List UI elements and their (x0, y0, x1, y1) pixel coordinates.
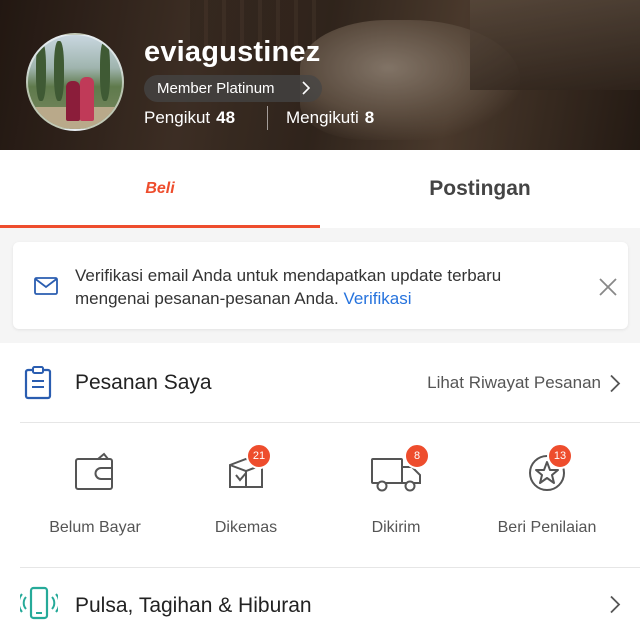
status-unpaid-label: Belum Bayar (49, 519, 141, 536)
status-packed[interactable]: 21 Dikemas (166, 443, 326, 543)
divider (20, 422, 640, 423)
avatar[interactable] (26, 33, 124, 131)
following-label: Mengikuti (286, 108, 359, 127)
status-shipped-label: Dikirim (371, 519, 421, 536)
status-unpaid[interactable]: Belum Bayar (15, 443, 175, 543)
avatar-person (80, 77, 94, 121)
verification-message: Verifikasi email Anda untuk mendapatkan … (75, 264, 555, 310)
following-stat[interactable]: Mengikuti 8 (286, 108, 374, 128)
pulsa-bills-title: Pulsa, Tagihan & Hiburan (75, 594, 312, 617)
mail-icon (34, 277, 58, 295)
avatar-tree (54, 41, 64, 101)
chevron-right-icon (302, 81, 311, 95)
status-shipped-badge: 8 (404, 443, 430, 469)
status-shipped[interactable]: 8 Dikirim (316, 443, 476, 543)
verify-link[interactable]: Verifikasi (343, 289, 411, 308)
status-to-review[interactable]: 13 Beri Penilaian (467, 443, 627, 543)
chevron-right-icon (610, 374, 621, 393)
profile-header: eviagustinez Member Platinum Pengikut 48 … (0, 0, 640, 150)
username: eviagustinez (144, 36, 321, 68)
status-to-review-badge: 13 (547, 443, 573, 469)
my-orders-row[interactable]: Pesanan Saya Lihat Riwayat Pesanan (0, 343, 640, 423)
followers-count: 48 (216, 108, 236, 127)
followers-stat[interactable]: Pengikut 48 (144, 108, 235, 128)
orders-section: Pesanan Saya Lihat Riwayat Pesanan Belum… (0, 343, 640, 640)
chevron-right-icon (610, 595, 621, 614)
tab-postingan-label: Postingan (429, 177, 531, 200)
active-tab-indicator (0, 225, 320, 228)
following-count: 8 (364, 108, 375, 127)
tab-postingan[interactable]: Postingan (320, 150, 640, 228)
followers-label: Pengikut (144, 108, 211, 127)
avatar-tree (36, 41, 46, 101)
avatar-tree (100, 41, 110, 101)
pulsa-bills-row[interactable]: Pulsa, Tagihan & Hiburan (0, 568, 640, 640)
member-tier-badge[interactable]: Member Platinum (144, 75, 322, 102)
status-packed-label: Dikemas (214, 519, 278, 536)
status-to-review-label: Beri Penilaian (497, 519, 597, 536)
email-verification-banner: Verifikasi email Anda untuk mendapatkan … (13, 242, 628, 329)
clipboard-icon (24, 366, 52, 400)
profile-tabs: Beli Postingan (0, 150, 640, 228)
avatar-person (66, 81, 80, 121)
close-icon[interactable] (597, 276, 619, 298)
my-orders-title: Pesanan Saya (75, 371, 212, 394)
tab-beli[interactable]: Beli (0, 150, 320, 228)
phone-icon (20, 586, 58, 620)
order-history-link[interactable]: Lihat Riwayat Pesanan (427, 373, 601, 393)
status-packed-badge: 21 (246, 443, 272, 469)
wallet-icon (75, 452, 113, 490)
member-tier-label: Member Platinum (157, 80, 275, 97)
stats-divider (267, 106, 268, 130)
verification-text: Verifikasi email Anda untuk mendapatkan … (75, 266, 502, 308)
tab-beli-label: Beli (145, 180, 175, 197)
